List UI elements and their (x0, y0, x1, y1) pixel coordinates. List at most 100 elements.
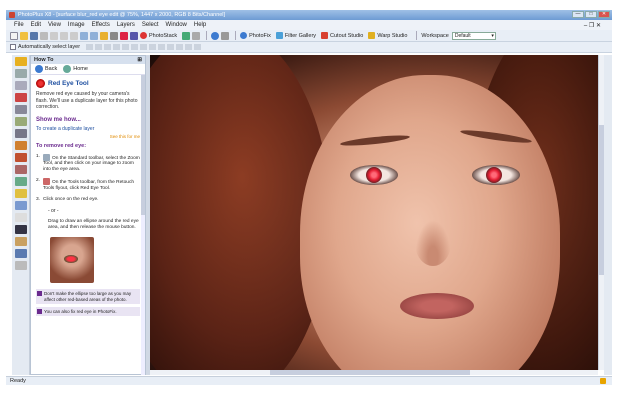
red-eye-tool-icon[interactable] (15, 93, 27, 102)
horizontal-scroll-thumb[interactable] (270, 370, 470, 375)
shape-tool-icon[interactable] (15, 237, 27, 246)
step-2: 2. On the Tools toolbar, from the Retouc… (36, 178, 135, 192)
lips (400, 293, 474, 319)
workspace-select[interactable]: Default (451, 31, 496, 40)
align-top-icon[interactable] (86, 44, 94, 50)
menu-image[interactable]: Image (68, 22, 85, 28)
menu-file[interactable]: File (14, 22, 24, 28)
move-tool-icon[interactable] (15, 57, 27, 66)
new-file-icon[interactable] (10, 31, 18, 40)
align-center-icon[interactable] (122, 44, 130, 50)
retouch-tool-icon[interactable] (15, 153, 27, 162)
text-tool-icon[interactable] (15, 225, 27, 234)
cut-icon[interactable] (50, 31, 58, 40)
photostack-button[interactable]: PhotoStack (140, 32, 177, 39)
app-icon (9, 12, 15, 18)
align-bottom-icon[interactable] (104, 44, 112, 50)
menu-select[interactable]: Select (142, 22, 159, 28)
crop-tool-icon[interactable] (15, 81, 27, 90)
pen-tool-icon[interactable] (15, 129, 27, 138)
clone-tool-icon[interactable] (15, 141, 27, 150)
drag-instruction: Drag to draw an ellipse around the red e… (48, 219, 139, 231)
separator (235, 31, 237, 40)
menu-edit[interactable]: Edit (31, 22, 41, 28)
duplicate-layer-link[interactable]: To create a duplicate layer (36, 126, 140, 132)
how-to-panel: How To ⊞ Back Home Red Eye Tool Remove r… (30, 55, 146, 375)
home-button[interactable]: Home (63, 65, 88, 73)
menu-view[interactable]: View (48, 22, 61, 28)
paste-icon[interactable] (70, 31, 78, 40)
grid-tool-icon[interactable] (15, 213, 27, 222)
red-eye-example-image (50, 237, 94, 284)
horizontal-scrollbar[interactable] (150, 370, 598, 375)
back-button[interactable]: Back (35, 65, 57, 73)
eraser-tool-icon[interactable] (15, 177, 27, 186)
auto-select-checkbox[interactable] (10, 44, 16, 50)
distribute-bottom-icon[interactable] (158, 44, 166, 50)
copy-icon[interactable] (60, 31, 68, 40)
filter-gallery-button[interactable]: Filter Gallery (275, 32, 316, 39)
see-this-link[interactable]: See this for me (36, 134, 140, 139)
warp-icon (368, 32, 376, 39)
straighten-tool-icon[interactable] (15, 105, 27, 114)
close-button[interactable]: ✕ (598, 11, 610, 18)
more-options-icon[interactable] (194, 44, 202, 50)
align-middle-icon[interactable] (95, 44, 103, 50)
cutout-studio-button[interactable]: Cutout Studio (321, 32, 363, 39)
dodge-tool-icon[interactable] (15, 165, 27, 174)
distribute-right-icon[interactable] (185, 44, 193, 50)
fill-tool-icon[interactable] (15, 189, 27, 198)
maximize-button[interactable]: □ (585, 11, 597, 18)
zoom-tool-icon[interactable] (110, 31, 118, 40)
menu-help[interactable]: Help (194, 22, 206, 28)
distribute-middle-icon[interactable] (149, 44, 157, 50)
menu-layers[interactable]: Layers (117, 22, 135, 28)
menu-effects[interactable]: Effects (92, 22, 110, 28)
menu-bar: File Edit View Image Effects Layers Sele… (6, 20, 612, 30)
image-canvas[interactable] (150, 55, 598, 370)
zoom-tool-side-icon[interactable] (15, 261, 27, 270)
distribute-top-icon[interactable] (140, 44, 148, 50)
distribute-left-icon[interactable] (167, 44, 175, 50)
photofix-button[interactable]: PhotoFix (240, 32, 271, 39)
how-to-title-row: Red Eye Tool (36, 79, 140, 88)
status-text: Ready (10, 378, 26, 384)
red-eye-icon[interactable] (120, 31, 128, 40)
color-picker-icon[interactable] (130, 31, 138, 40)
pin-icon[interactable]: ⊞ (137, 56, 142, 64)
info-icon (37, 309, 42, 315)
context-toolbar: Automatically select layer (6, 42, 612, 53)
gradient-tool-icon[interactable] (15, 201, 27, 210)
align-right-icon[interactable] (131, 44, 139, 50)
how-to-description: Remove red eye caused by your camera's f… (36, 91, 138, 110)
scrollbar-thumb[interactable] (141, 75, 145, 215)
clipboard-icon[interactable] (192, 31, 201, 40)
step-3: 3. Click once on the red eye. (36, 197, 99, 203)
home-icon (63, 65, 72, 73)
eyedropper-tool-icon[interactable] (15, 249, 27, 258)
save-icon[interactable] (30, 31, 38, 40)
minimize-button[interactable]: — (572, 11, 584, 18)
right-red-pupil[interactable] (486, 167, 502, 183)
redo-icon[interactable] (90, 31, 98, 40)
undo-icon[interactable] (80, 31, 88, 40)
camera-icon[interactable] (182, 31, 191, 40)
red-eye-icon (36, 79, 45, 88)
help-icon[interactable] (211, 31, 220, 40)
print-icon[interactable] (40, 31, 48, 40)
left-red-pupil[interactable] (366, 167, 382, 183)
document-window-controls[interactable]: – ❐ ✕ (584, 22, 601, 29)
menu-window[interactable]: Window (166, 22, 187, 28)
retouch-icon (43, 178, 50, 186)
hand-tool-icon[interactable] (100, 31, 108, 40)
dropdown-icon[interactable] (221, 31, 230, 40)
warp-studio-button[interactable]: Warp Studio (368, 32, 407, 39)
how-to-scrollbar[interactable] (141, 75, 145, 375)
distribute-center-icon[interactable] (176, 44, 184, 50)
open-folder-icon[interactable] (20, 31, 28, 40)
align-left-icon[interactable] (113, 44, 121, 50)
separator (416, 31, 418, 40)
status-bar: Ready (6, 376, 612, 385)
brush-tool-icon[interactable] (15, 117, 27, 126)
selection-tool-icon[interactable] (15, 69, 27, 78)
